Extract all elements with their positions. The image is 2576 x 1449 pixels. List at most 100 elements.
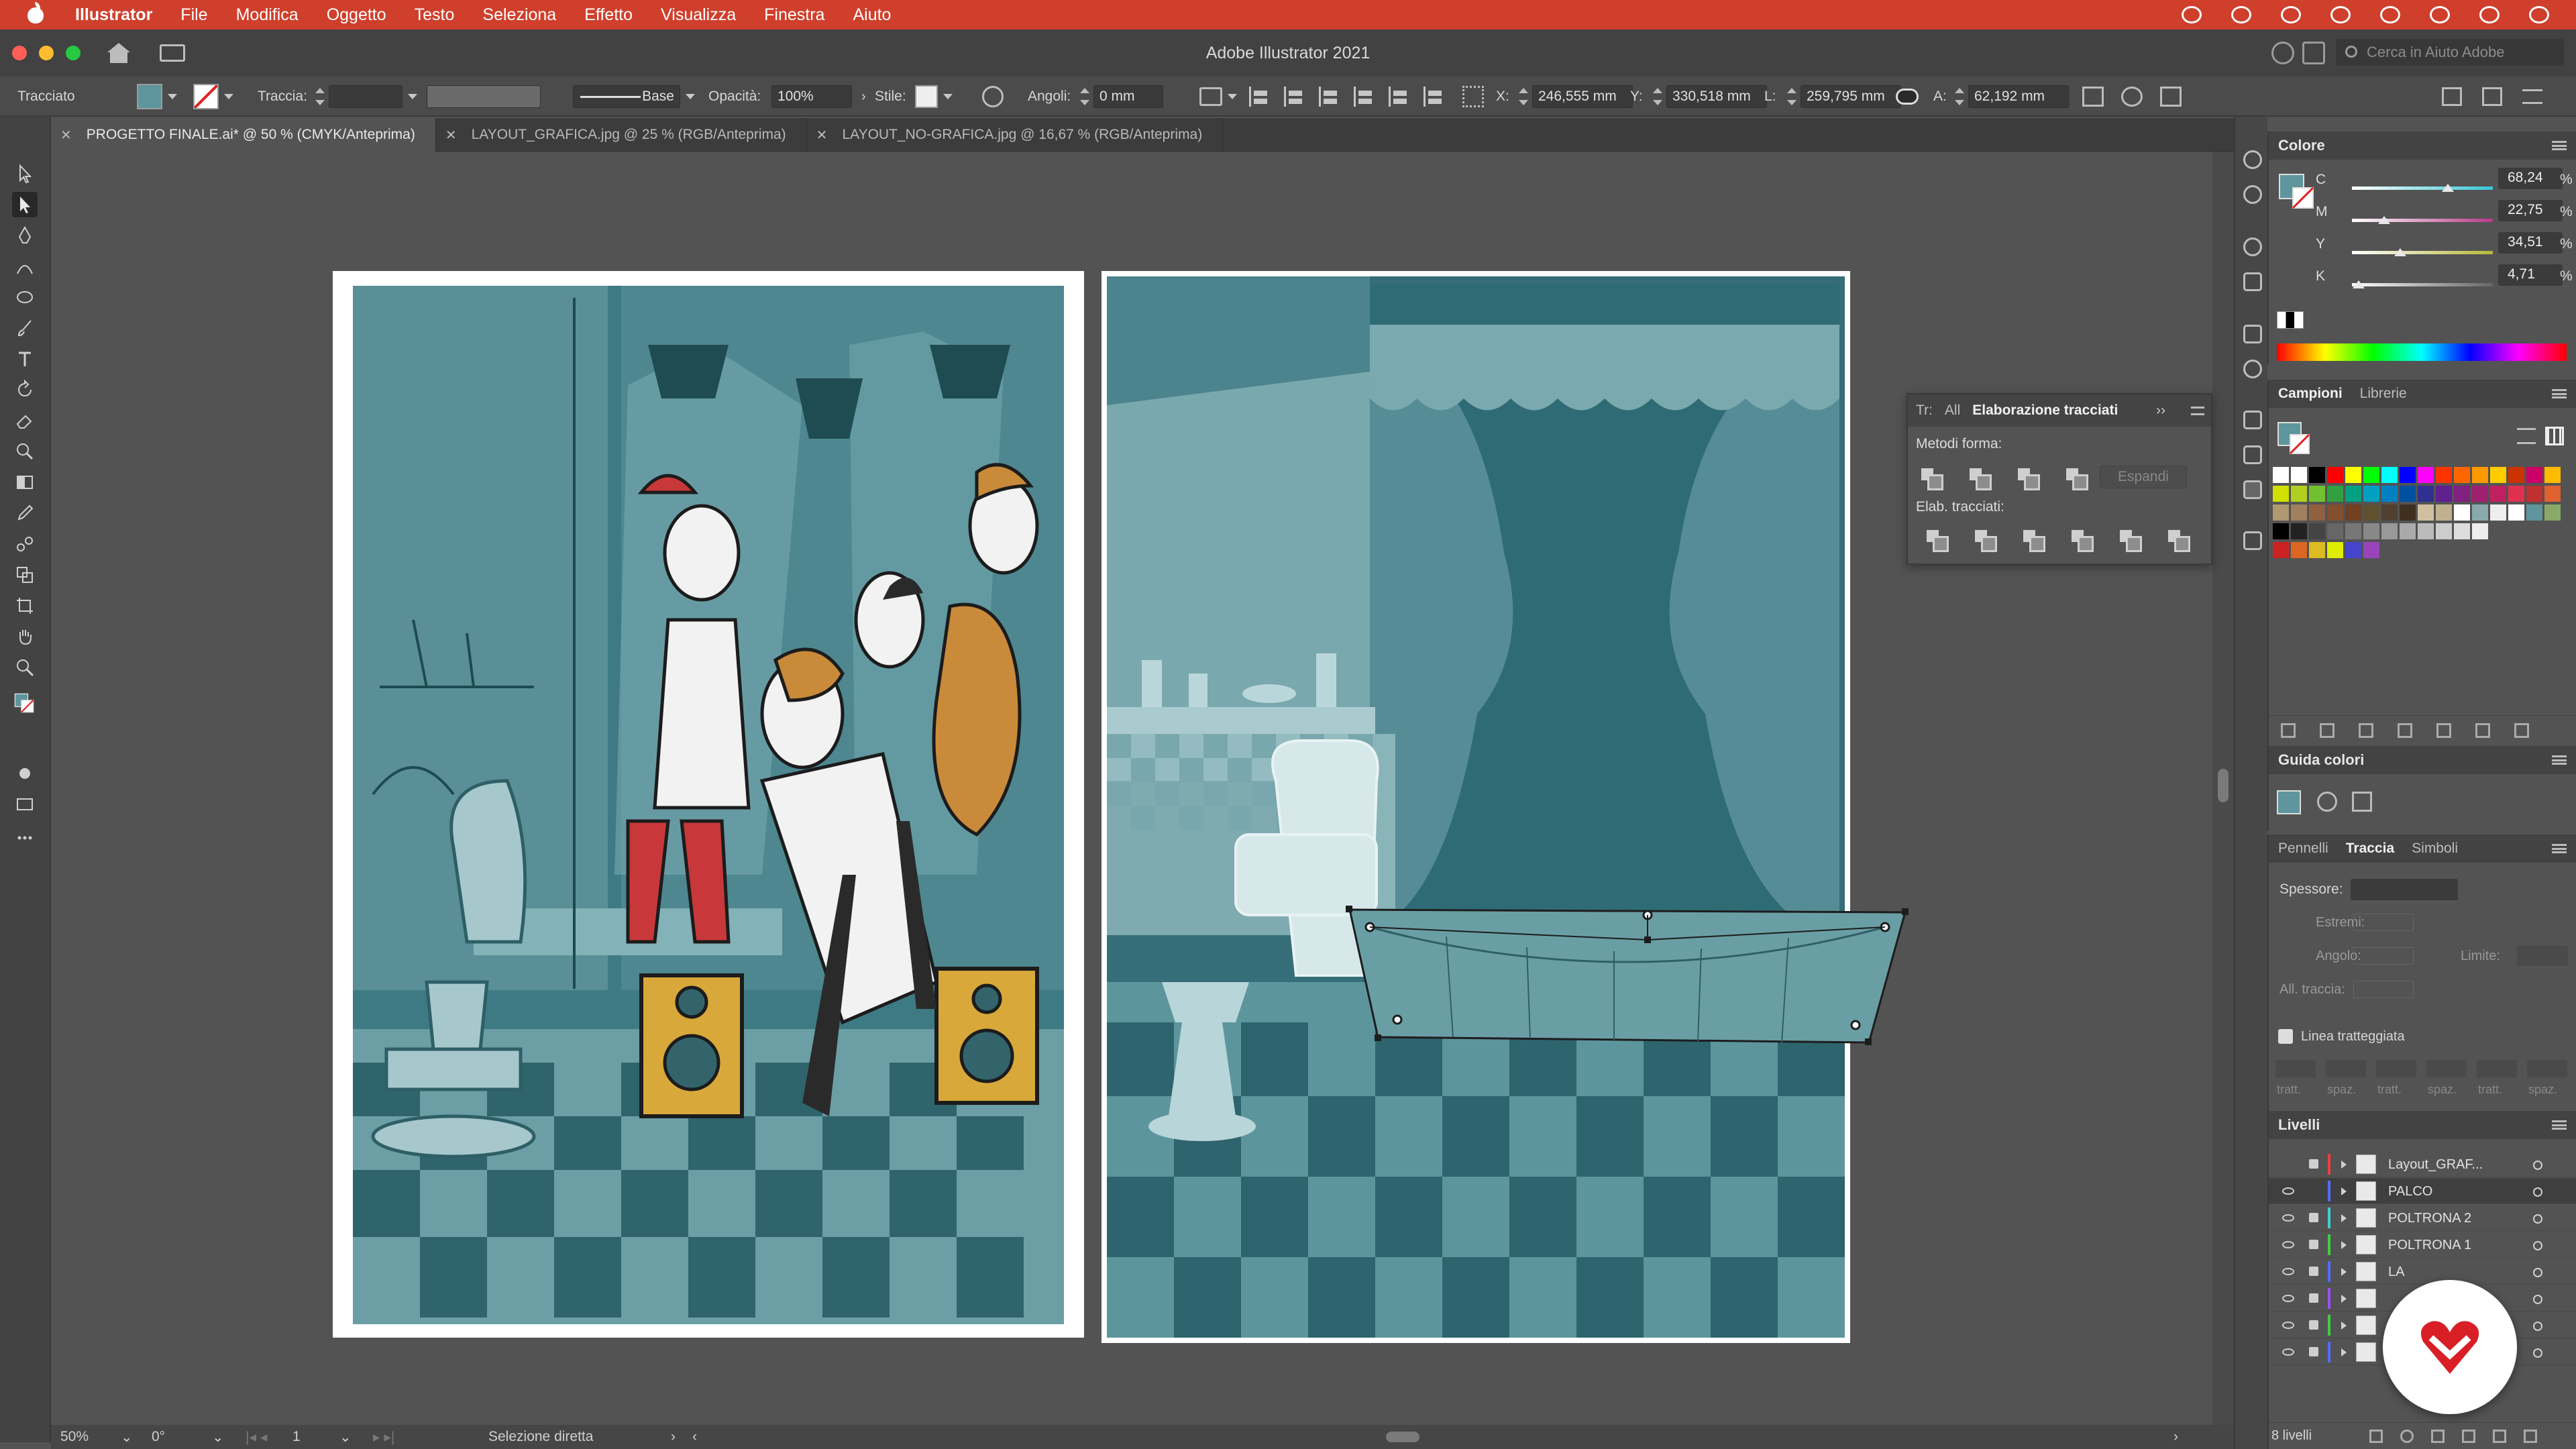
tab-campioni[interactable]: Campioni (2278, 386, 2343, 402)
crop-button[interactable] (2070, 529, 2094, 552)
brush-profile-field[interactable]: Base (573, 85, 680, 108)
selection-tool-icon[interactable] (12, 161, 38, 186)
color-swatch[interactable] (2508, 467, 2524, 483)
stepper-icon[interactable] (1787, 87, 1796, 107)
harmony-icon[interactable] (2317, 792, 2337, 812)
color-swatch[interactable] (2400, 486, 2416, 502)
style-control[interactable] (915, 76, 953, 117)
tab-transform[interactable]: Tr: (1916, 402, 1933, 419)
swatch-grid[interactable] (2273, 467, 2568, 561)
target-icon[interactable] (2533, 1161, 2542, 1170)
color-icon[interactable] (2243, 237, 2262, 256)
new-sublayer-icon[interactable] (2462, 1430, 2475, 1443)
exclude-button[interactable] (2065, 467, 2088, 490)
direct-selection-tool-icon[interactable] (12, 192, 38, 217)
channel-value[interactable]: 4,71 (2498, 264, 2563, 286)
color-swatch[interactable] (2273, 542, 2289, 558)
edit-colors-icon[interactable] (2352, 792, 2372, 812)
color-swatch[interactable] (2526, 467, 2542, 483)
corner-buttons[interactable] (2353, 947, 2414, 965)
tab-traccia[interactable]: Traccia (2346, 841, 2394, 857)
minus-front-button[interactable] (1968, 467, 1992, 490)
color-swatch[interactable] (2291, 467, 2307, 483)
layer-row[interactable]: Layout_GRAF... (2269, 1151, 2576, 1177)
eye-icon[interactable] (2282, 1268, 2294, 1275)
stepper-icon[interactable] (1080, 87, 1089, 107)
corners-field[interactable]: 0 mm (1093, 85, 1163, 108)
scroll-thumb[interactable] (2218, 769, 2229, 802)
zoom-window-button[interactable] (66, 46, 80, 60)
menu-oggetto[interactable]: Oggetto (327, 5, 386, 25)
color-swatch[interactable] (2327, 486, 2343, 502)
fill-color-control[interactable] (137, 76, 177, 117)
align-center-icon[interactable] (1284, 87, 1307, 107)
collapse-panel-icon[interactable]: ›› (2156, 402, 2165, 419)
window-icon[interactable] (2330, 6, 2351, 23)
channel-track[interactable] (2352, 186, 2493, 190)
chevron-down-icon[interactable] (224, 94, 233, 99)
color-swatch[interactable] (2309, 467, 2325, 483)
properties-icon[interactable] (2243, 150, 2262, 169)
expand-arrow-icon[interactable] (2341, 1348, 2347, 1356)
color-swatch[interactable] (2400, 467, 2416, 483)
color-swatch[interactable] (2291, 542, 2307, 558)
tab-layout-grafica[interactable]: ✕ LAYOUT_GRAFICA.jpg @ 25 % (RGB/Anteprim… (436, 118, 807, 152)
new-swatch-icon[interactable] (2475, 722, 2490, 738)
color-group-icon[interactable] (2398, 722, 2412, 738)
channel-value[interactable]: 68,24 (2498, 168, 2563, 189)
horizontal-scroll-thumb[interactable] (1386, 1432, 1419, 1442)
color-swatch[interactable] (2472, 523, 2488, 539)
chevron-left-icon[interactable]: ‹ (692, 1429, 697, 1445)
fill-stroke-widget[interactable] (9, 688, 39, 718)
export-layer-icon[interactable] (2369, 1430, 2383, 1443)
curvature-tool-icon[interactable] (12, 254, 38, 279)
artboard-tool-icon[interactable] (12, 593, 38, 619)
lock-icon[interactable] (2309, 1213, 2318, 1222)
workspace-icon[interactable] (160, 44, 185, 62)
target-icon[interactable] (2533, 1214, 2542, 1224)
target-icon[interactable] (2533, 1268, 2542, 1277)
pathfinder-icon[interactable] (2243, 480, 2262, 499)
lock-icon[interactable] (2309, 1267, 2318, 1276)
color-swatch[interactable] (2472, 467, 2488, 483)
color-swatch[interactable] (2345, 542, 2361, 558)
gradient-icon[interactable] (2243, 325, 2262, 343)
slider-knob-icon[interactable] (2394, 248, 2407, 256)
artboard-nav-first-icon[interactable]: |◂ ◂ (246, 1429, 267, 1446)
layer-name[interactable]: Layout_GRAF... (2388, 1157, 2483, 1173)
selected-stage-path[interactable] (51, 152, 2212, 1425)
color-swatch[interactable] (2400, 523, 2416, 539)
tab-align[interactable]: All (1945, 402, 1960, 419)
canvas[interactable] (51, 152, 2212, 1425)
stroke-weight-input[interactable] (2351, 879, 2458, 900)
chevron-right-icon[interactable]: › (671, 1429, 676, 1445)
align-panel-icon[interactable] (2243, 445, 2262, 464)
color-swatch[interactable] (2381, 504, 2398, 521)
spotlight-icon[interactable] (2430, 6, 2450, 23)
color-swatch[interactable] (2291, 504, 2307, 521)
show-kinds-icon[interactable] (2320, 722, 2334, 738)
new-folder-icon[interactable] (2436, 722, 2451, 738)
chevron-right-icon[interactable]: › (2174, 1429, 2178, 1445)
export-icon[interactable] (2243, 531, 2262, 550)
creative-cloud-icon[interactable] (2182, 6, 2202, 23)
color-swatch[interactable] (2544, 504, 2561, 521)
dashed-line-checkbox[interactable] (2278, 1029, 2293, 1044)
color-swatch[interactable] (2418, 486, 2434, 502)
channel-value[interactable]: 34,51 (2498, 232, 2563, 254)
layer-row[interactable]: POLTRONA 2 (2269, 1205, 2576, 1231)
color-swatch[interactable] (2273, 504, 2289, 521)
zoom-level[interactable]: 50% (60, 1429, 89, 1445)
arrange-docs-icon[interactable] (2482, 87, 2502, 106)
locate-object-icon[interactable] (2400, 1430, 2414, 1443)
menu-app[interactable]: Illustrator (75, 5, 152, 25)
color-swatch[interactable] (2309, 486, 2325, 502)
layer-name[interactable]: POLTRONA 2 (2388, 1211, 2471, 1226)
wifi-icon[interactable] (2380, 6, 2400, 23)
panel-menu-icon[interactable] (2191, 407, 2204, 415)
align-to-control[interactable] (1199, 76, 1237, 117)
ellipse-tool-icon[interactable] (12, 284, 38, 310)
eye-icon[interactable] (2282, 1214, 2294, 1222)
align-to-icon[interactable] (1199, 87, 1222, 106)
expand-arrow-icon[interactable] (2341, 1295, 2347, 1303)
